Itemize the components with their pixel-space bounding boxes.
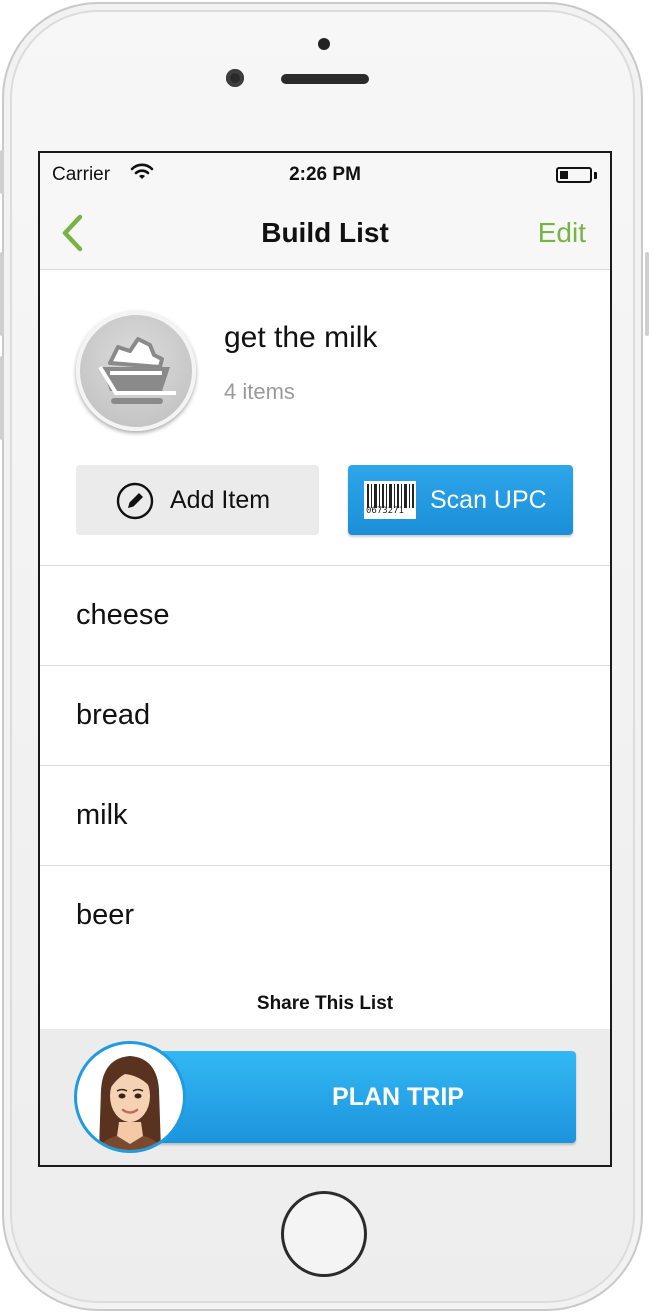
power-button: [645, 252, 649, 336]
edit-button[interactable]: Edit: [538, 217, 586, 249]
volume-up-button: [0, 252, 4, 336]
list-item[interactable]: bread: [40, 665, 610, 765]
front-camera: [226, 69, 244, 87]
scan-upc-button[interactable]: 0673271 Scan UPC: [348, 465, 573, 535]
proximity-sensor: [318, 38, 330, 50]
list-item[interactable]: milk: [40, 765, 610, 865]
item-list: cheese bread milk beer: [40, 565, 610, 965]
add-item-button[interactable]: Add Item: [76, 465, 319, 535]
home-button[interactable]: [281, 1191, 367, 1277]
status-bar: Carrier 2:26 PM: [40, 153, 610, 197]
scan-upc-label: Scan UPC: [430, 486, 547, 514]
assistant-avatar[interactable]: [74, 1041, 186, 1153]
list-name: get the milk: [224, 321, 378, 354]
item-label: beer: [76, 899, 135, 931]
add-item-label: Add Item: [170, 486, 271, 514]
share-list-link[interactable]: Share This List: [40, 993, 610, 1015]
page-title: Build List: [261, 217, 389, 248]
woman-avatar-icon: [97, 1056, 163, 1150]
list-item[interactable]: beer: [40, 865, 610, 965]
earpiece-speaker: [281, 74, 369, 84]
basket-icon: [76, 311, 196, 431]
barcode-number: 0673271: [366, 506, 404, 516]
screen: Carrier 2:26 PM Build List Edit get the: [38, 151, 612, 1167]
item-label: bread: [76, 699, 151, 731]
plan-trip-label: PLAN TRIP: [332, 1083, 464, 1111]
pencil-icon: [116, 482, 154, 520]
volume-down-button: [0, 356, 4, 440]
mute-switch: [0, 150, 4, 194]
battery-icon: [556, 167, 592, 183]
list-item-count: 4 items: [224, 379, 295, 404]
battery-tip: [594, 172, 597, 179]
bottom-bar: PLAN TRIP: [40, 1029, 610, 1165]
plan-trip-button[interactable]: PLAN TRIP: [150, 1051, 576, 1143]
status-time: 2:26 PM: [289, 164, 361, 185]
item-label: milk: [76, 799, 128, 831]
list-item[interactable]: cheese: [40, 565, 610, 665]
navigation-bar: Build List Edit: [40, 197, 610, 270]
item-label: cheese: [76, 599, 170, 631]
